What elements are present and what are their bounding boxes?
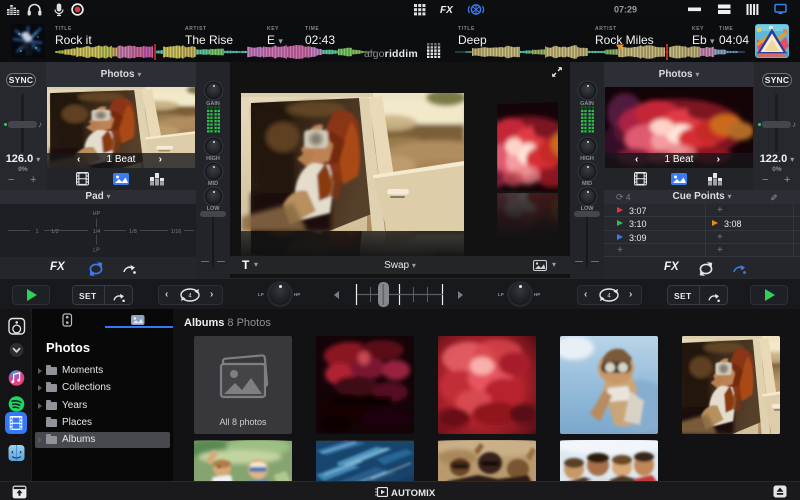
- svg-text:4: 4: [188, 294, 192, 300]
- svg-text:4: 4: [607, 294, 611, 300]
- svg-text:All 8 photos: All 8 photos: [219, 417, 267, 427]
